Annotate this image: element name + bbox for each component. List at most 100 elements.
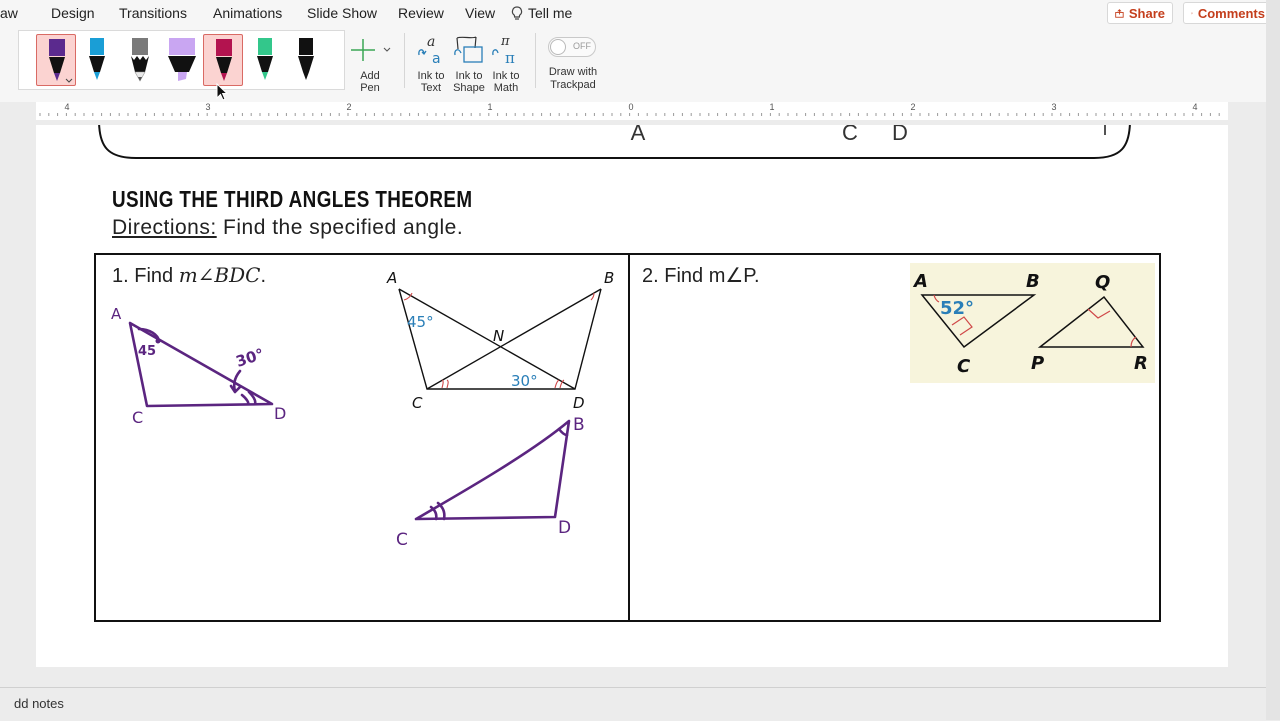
crimson-pen[interactable] <box>203 34 243 86</box>
pen-icon <box>298 38 314 80</box>
share-button[interactable]: Share <box>1107 2 1173 24</box>
ink-to-shape-label-1: Ink to <box>455 70 483 82</box>
handwritten-triangle-bcd: B C D <box>396 415 585 550</box>
gray-pencil[interactable] <box>119 34 159 86</box>
draw-with-trackpad-label-1: Draw with <box>548 66 598 78</box>
vertical-scrollbar[interactable] <box>1266 0 1280 720</box>
comments-label: Comments <box>1197 5 1265 21</box>
svg-text:a: a <box>427 34 435 50</box>
tab-review[interactable]: Review <box>398 5 444 21</box>
svg-text:π: π <box>505 49 515 67</box>
tab-view[interactable]: View <box>465 5 495 21</box>
ink-to-text-button[interactable]: aa Ink to Text <box>412 33 450 97</box>
hand2-label-d: D <box>558 518 571 538</box>
fig1-angle-45: 45° <box>407 313 434 331</box>
lightbulb-icon <box>511 6 523 20</box>
question-2: 2. Find m∠P. <box>642 265 760 287</box>
share-icon <box>1115 8 1124 18</box>
horizontal-ruler: 4 3 2 1 0 1 2 3 4 <box>0 102 1280 125</box>
ruler-number: 2 <box>910 102 915 112</box>
fig2-angle-52: 52° <box>940 298 974 319</box>
hand2-label-b: B <box>573 415 585 435</box>
pen-icon <box>89 38 105 80</box>
toggle-knob <box>550 39 566 55</box>
tab-draw[interactable]: aw <box>0 5 18 21</box>
question-1-suffix: . <box>260 265 267 287</box>
svg-text:a: a <box>432 51 441 67</box>
draw-ribbon: Add Pen aa Ink to Text Ink to Shape ππ I… <box>0 25 1280 103</box>
tab-animations[interactable]: Animations <box>213 5 282 21</box>
comments-button[interactable]: Comments <box>1183 2 1273 24</box>
box-letter-i: I <box>1102 125 1107 139</box>
ink-to-shape-icon <box>454 36 483 63</box>
fig2-label-r: R <box>1134 353 1148 374</box>
pen-icon <box>49 39 73 83</box>
fig2-label-c: C <box>957 356 971 377</box>
fig2-label-b: B <box>1026 271 1040 292</box>
question-1-prefix: 1. Find <box>112 265 179 287</box>
pen-icon <box>216 39 232 81</box>
problem-grid: 1. Find m∠BDC. 2. Find m∠P. A C D 45 30° <box>94 253 1161 622</box>
ink-to-math-icon: ππ <box>492 34 515 67</box>
handwritten-triangle-acd: A C D 45 30° <box>111 305 286 427</box>
ink-to-text-label-1: Ink to <box>417 70 445 82</box>
box-letter-d: D <box>892 125 908 145</box>
fig2-label-a: A <box>912 271 928 292</box>
notes-placeholder: dd notes <box>14 696 64 711</box>
ruler-number: 3 <box>1051 102 1056 112</box>
hand-angle-45: 45 <box>138 344 156 359</box>
ruler-number: 0 <box>628 102 633 112</box>
comment-icon <box>1191 12 1193 14</box>
tab-slide-show[interactable]: Slide Show <box>307 5 377 21</box>
svg-text:π: π <box>500 34 510 49</box>
top-rounded-box: A C D I <box>98 125 1131 159</box>
ink-to-text-icon: aa <box>418 34 441 67</box>
box-letter-a: A <box>631 125 646 145</box>
ruler-number: 1 <box>769 102 774 112</box>
grid-divider <box>628 255 630 620</box>
add-pen-label: Add Pen <box>360 70 380 94</box>
hand2-label-c: C <box>396 530 408 550</box>
tell-me[interactable]: Tell me <box>511 5 572 21</box>
add-pen-button[interactable]: Add Pen <box>348 37 394 94</box>
fig1-label-a: A <box>386 269 397 287</box>
fig1-angle-30: 30° <box>511 372 538 390</box>
hand-label-c: C <box>132 408 143 427</box>
notes-bar[interactable]: dd notes <box>0 687 1266 721</box>
pen-icon <box>257 38 273 80</box>
fig1-label-b: B <box>604 269 614 287</box>
question-1: 1. Find m∠BDC. <box>112 263 266 288</box>
ink-to-text-label-2: Text <box>420 82 442 94</box>
box-letter-c: C <box>842 125 858 145</box>
menu-bar: aw Design Transitions Animations Slide S… <box>0 0 1280 25</box>
blue-pen[interactable] <box>76 34 116 86</box>
highlighter-icon <box>168 38 196 81</box>
lavender-highlighter[interactable] <box>160 34 200 86</box>
toggle-state: OFF <box>573 41 591 51</box>
green-pen[interactable] <box>245 34 285 86</box>
mouse-cursor-icon <box>216 83 229 101</box>
ruler-number: 2 <box>346 102 351 112</box>
figure-crossed-triangles: A B C D N 45° 30° <box>386 269 614 412</box>
tab-transitions[interactable]: Transitions <box>119 5 187 21</box>
ruler-number: 4 <box>64 102 69 112</box>
black-pen[interactable] <box>286 34 326 86</box>
pencil-icon <box>131 38 149 82</box>
ruler-number: 4 <box>1192 102 1197 112</box>
hand-label-a: A <box>111 305 122 323</box>
tab-design[interactable]: Design <box>51 5 95 21</box>
directions-text: Find the specified angle. <box>216 216 464 239</box>
ruler-number: 3 <box>205 102 210 112</box>
hand-label-d: D <box>274 404 286 423</box>
ink-to-math-button[interactable]: ππ Ink to Math <box>487 33 525 97</box>
ruler-number: 1 <box>487 102 492 112</box>
purple-pen[interactable] <box>36 34 76 86</box>
ribbon-separator <box>404 33 405 88</box>
question-1-math: m∠BDC <box>178 263 261 287</box>
ink-to-shape-button[interactable]: Ink to Shape <box>450 33 488 97</box>
trackpad-toggle[interactable]: OFF <box>548 37 596 57</box>
slide-canvas[interactable]: A C D I USING THE THIRD ANGLES THEOREM D… <box>36 125 1228 667</box>
figure-two-triangles: A B C Q P R 52° <box>910 263 1155 383</box>
directions-label: Directions: <box>112 216 217 239</box>
ribbon-separator <box>535 33 536 88</box>
